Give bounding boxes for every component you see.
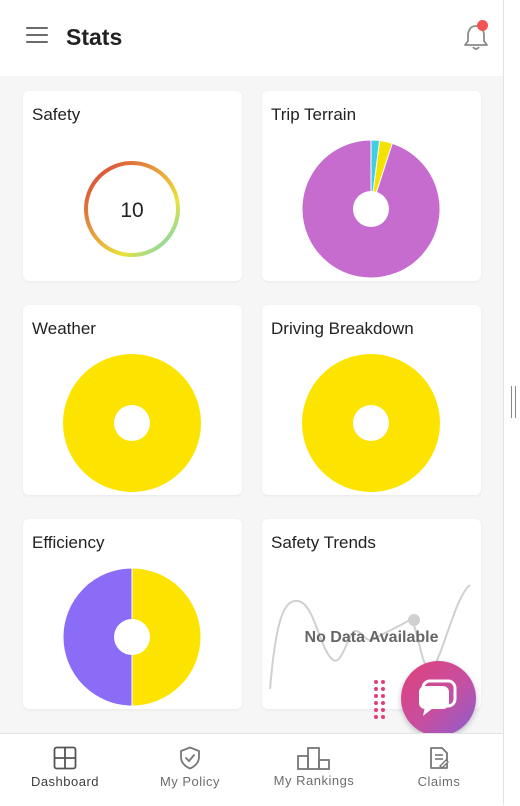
shield-check-icon [180, 746, 200, 770]
trip-terrain-card[interactable]: Trip Terrain [262, 91, 481, 281]
driving-breakdown-card[interactable]: Driving Breakdown [262, 305, 481, 495]
donut-hole [353, 405, 389, 441]
hamburger-menu-icon[interactable] [26, 27, 48, 45]
donut-hole [353, 191, 389, 227]
rankings-podium-icon [297, 747, 330, 770]
driving-breakdown-pie-chart [302, 354, 440, 492]
tab-label: My Rankings [273, 773, 355, 788]
dashboard-icon [53, 746, 77, 770]
weather-pie-chart [63, 354, 201, 492]
notification-badge [477, 20, 488, 31]
tab-claims[interactable]: Claims [384, 734, 494, 806]
efficiency-card[interactable]: Efficiency [23, 519, 242, 709]
scrollbar-handle[interactable] [511, 386, 516, 418]
tab-my-rankings[interactable]: My Rankings [259, 734, 369, 806]
header-bar: Stats [0, 0, 503, 76]
efficiency-pie-chart [62, 567, 202, 707]
chat-button[interactable] [401, 661, 476, 736]
drag-handle-icon[interactable] [374, 680, 388, 720]
donut-hole [114, 619, 150, 655]
page-title: Stats [66, 24, 123, 50]
tab-label: Claims [417, 774, 461, 789]
tab-dashboard[interactable]: Dashboard [10, 734, 120, 806]
weather-card[interactable]: Weather [23, 305, 242, 495]
donut-hole [114, 405, 150, 441]
app-frame: Stats Safety 10 Trip Terrain Weather Dri… [0, 0, 504, 806]
safety-card[interactable]: Safety 10 [23, 91, 242, 281]
tab-label: Dashboard [30, 774, 100, 789]
safety-score-value: 10 [120, 199, 143, 222]
claims-document-icon [430, 747, 449, 769]
tab-label: My Policy [159, 774, 221, 789]
safety-score-gauge: 10 [84, 161, 180, 257]
no-data-message: No Data Available [304, 629, 439, 646]
bottom-tab-bar: Dashboard My Policy My Rankings Claims [0, 733, 503, 806]
tab-my-policy[interactable]: My Policy [135, 734, 245, 806]
chat-bubble-icon [419, 679, 457, 716]
trip-terrain-pie-chart [301, 139, 441, 279]
